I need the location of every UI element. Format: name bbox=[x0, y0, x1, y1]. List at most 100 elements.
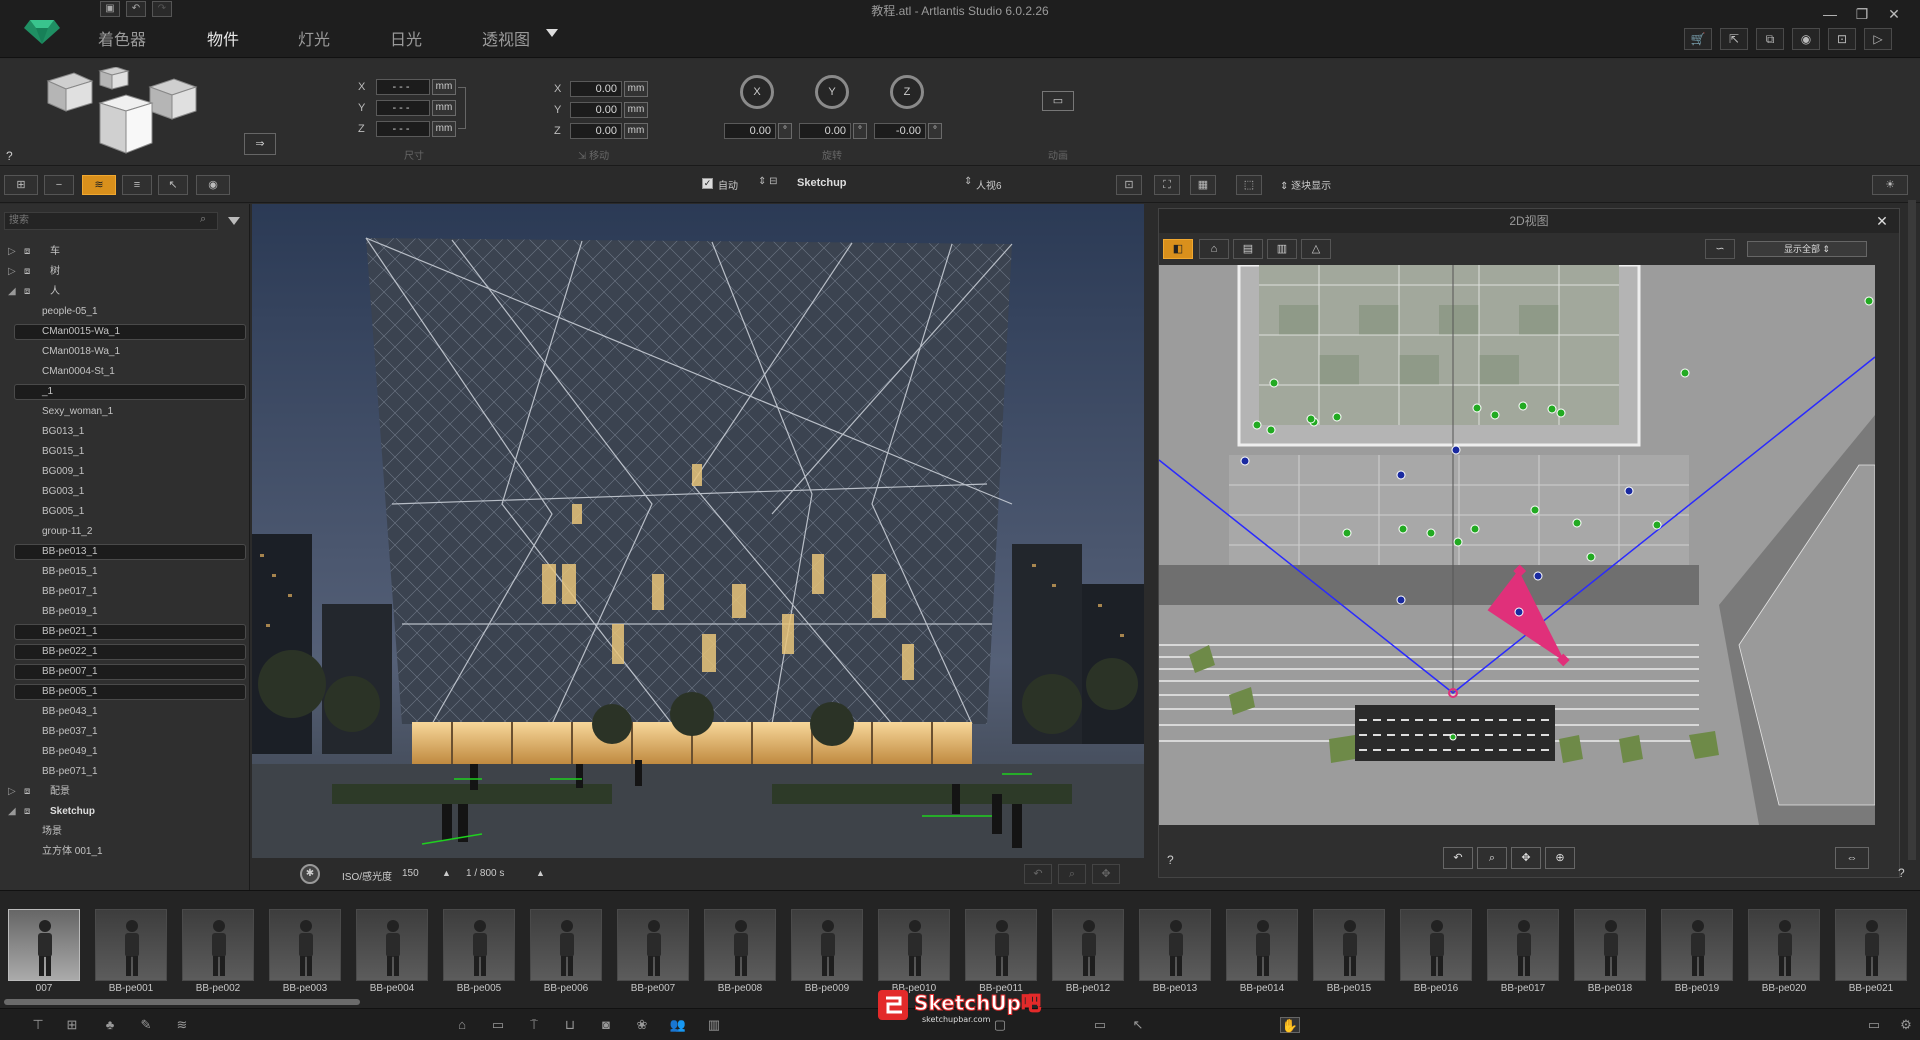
windows-icon[interactable]: ⧉ bbox=[1756, 28, 1784, 50]
rotate-y-dial[interactable]: Y bbox=[815, 75, 849, 109]
tab-shaders[interactable]: 着色器 bbox=[98, 26, 146, 50]
expand-icon[interactable]: ▷ bbox=[8, 262, 16, 282]
tree-item[interactable]: BB-pe017_1 bbox=[0, 582, 250, 602]
2d-pan-icon[interactable]: ✥ bbox=[1511, 847, 1541, 869]
screen-icon[interactable]: ▭ bbox=[488, 1017, 508, 1033]
render-region-icon[interactable]: ⬚ bbox=[1236, 175, 1262, 195]
tree-item[interactable]: CMan0018-Wa_1 bbox=[0, 342, 250, 362]
cursor-icon[interactable]: ↖ bbox=[1128, 1017, 1148, 1033]
tree-group[interactable]: ▷ ⧈ 树 bbox=[0, 262, 250, 282]
tree-item[interactable]: BG009_1 bbox=[0, 462, 250, 482]
fit-view-icon[interactable]: ⛶ bbox=[1154, 175, 1180, 195]
size-y-field[interactable]: - - - bbox=[376, 100, 430, 116]
tree-item[interactable]: BB-pe037_1 bbox=[0, 722, 250, 742]
rotate-y-field[interactable]: 0.00 bbox=[799, 123, 851, 139]
iso-up-icon[interactable]: ▲ bbox=[442, 868, 451, 878]
library-thumbnail[interactable] bbox=[182, 909, 254, 981]
tree-item[interactable]: group-11_2 bbox=[0, 522, 250, 542]
rotate-x-field[interactable]: 0.00 bbox=[724, 123, 776, 139]
library-thumbnail[interactable] bbox=[1661, 909, 1733, 981]
frame-view-icon[interactable]: ⊡ bbox=[1116, 175, 1142, 195]
library-thumbnail[interactable] bbox=[443, 909, 515, 981]
search-icon[interactable]: ⌕ bbox=[200, 213, 206, 226]
rotate-x-dial[interactable]: X bbox=[740, 75, 774, 109]
objects-catalog-icon[interactable]: ♣ bbox=[100, 1017, 120, 1033]
layers-icon[interactable]: ≋ bbox=[82, 175, 116, 195]
tree-item[interactable]: Sexy_woman_1 bbox=[0, 402, 250, 422]
collapse-icon[interactable]: ◢ bbox=[8, 802, 16, 822]
library-thumbnail[interactable] bbox=[1835, 909, 1907, 981]
library-thumbnail[interactable] bbox=[1226, 909, 1298, 981]
car-icon[interactable]: ◙ bbox=[596, 1017, 616, 1033]
tree-item[interactable]: CMan0015-Wa_1 bbox=[0, 322, 250, 342]
tab-lights[interactable]: 灯光 bbox=[298, 26, 330, 50]
collapse-icon[interactable]: ◢ bbox=[8, 282, 16, 302]
furniture-icon[interactable]: ⌂ bbox=[452, 1017, 472, 1033]
water-catalog-icon[interactable]: ≋ bbox=[172, 1017, 192, 1033]
plan-view-icon[interactable]: ◧ bbox=[1163, 239, 1193, 259]
lamp-icon[interactable]: ⍑ bbox=[524, 1017, 544, 1033]
tree-item[interactable]: BB-pe049_1 bbox=[0, 742, 250, 762]
animation-icon[interactable]: ▭ bbox=[1042, 91, 1074, 111]
tree-item[interactable]: BG015_1 bbox=[0, 442, 250, 462]
tree-group[interactable]: ◢ ⧈ 人 bbox=[0, 282, 250, 302]
auto-checkbox[interactable]: ✓ bbox=[702, 178, 713, 189]
panel-help-button[interactable]: ? bbox=[1898, 866, 1905, 880]
2d-zoom-icon[interactable]: ⌕ bbox=[1477, 847, 1507, 869]
library-thumbnail[interactable] bbox=[1313, 909, 1385, 981]
2d-expand-icon[interactable]: ⇔ bbox=[1835, 847, 1869, 869]
library-thumbnail[interactable] bbox=[1139, 909, 1211, 981]
remove-icon[interactable]: − bbox=[44, 175, 74, 195]
tree-item[interactable]: BB-pe015_1 bbox=[0, 562, 250, 582]
expand-icon[interactable]: ▷ bbox=[8, 242, 16, 262]
help-button[interactable]: ? bbox=[6, 149, 13, 163]
light-settings-icon[interactable]: ☀ bbox=[1872, 175, 1908, 195]
tab-objects[interactable]: 物件 bbox=[207, 26, 239, 50]
tree-item[interactable]: people-05_1 bbox=[0, 302, 250, 322]
cart-icon[interactable]: 🛒 bbox=[1684, 28, 1712, 50]
library-thumbnail[interactable] bbox=[791, 909, 863, 981]
tab-heliodons[interactable]: 日光 bbox=[390, 26, 422, 50]
side-view-icon[interactable]: ▤ bbox=[1233, 239, 1263, 259]
filter-dropdown-icon[interactable] bbox=[228, 217, 240, 225]
aperture-icon[interactable]: ✱ bbox=[300, 864, 320, 884]
library-thumbnail[interactable] bbox=[1400, 909, 1472, 981]
expand-icon[interactable]: ▷ bbox=[8, 782, 16, 802]
hand-tool-icon[interactable]: ✋ bbox=[1280, 1017, 1300, 1033]
tree-item[interactable]: BB-pe071_1 bbox=[0, 762, 250, 782]
undo-view-icon[interactable]: ↶ bbox=[1024, 864, 1052, 884]
settings-icon[interactable]: ⚙ bbox=[1896, 1017, 1916, 1033]
panel-toggle-icon[interactable]: ▭ bbox=[1864, 1017, 1884, 1033]
search-input[interactable]: 搜索 bbox=[4, 212, 218, 230]
close-window-icon[interactable]: ✕ bbox=[1880, 4, 1908, 24]
textures-catalog-icon[interactable]: ⊞ bbox=[62, 1017, 82, 1033]
select-arrow-icon[interactable]: ↖ bbox=[158, 175, 188, 195]
library-thumbnail[interactable] bbox=[1052, 909, 1124, 981]
building-icon[interactable]: ▥ bbox=[704, 1017, 724, 1033]
layer-label[interactable]: 人视6 bbox=[976, 177, 1002, 192]
move-z-field[interactable]: 0.00 bbox=[570, 123, 622, 139]
tree-item[interactable]: BB-pe021_1 bbox=[0, 622, 250, 642]
source-stepper-icon[interactable]: ⇕ ⊟ bbox=[758, 176, 778, 187]
left-view-icon[interactable]: △ bbox=[1301, 239, 1331, 259]
library-thumbnail[interactable] bbox=[269, 909, 341, 981]
back-view-icon[interactable]: ▥ bbox=[1267, 239, 1297, 259]
add-layer-icon[interactable]: ⊞ bbox=[4, 175, 38, 195]
library-thumbnail[interactable] bbox=[704, 909, 776, 981]
minimize-icon[interactable]: — bbox=[1816, 4, 1844, 24]
tree-item[interactable]: 场景 bbox=[0, 822, 250, 842]
tree-item[interactable]: BB-pe013_1 bbox=[0, 542, 250, 562]
plan-drawing[interactable] bbox=[1159, 265, 1875, 825]
tab-perspectives[interactable]: 透视图 bbox=[482, 26, 530, 50]
people-icon[interactable]: 👥 bbox=[668, 1017, 688, 1033]
tree-item[interactable]: BB-pe022_1 bbox=[0, 642, 250, 662]
folder-icon[interactable]: ▭ bbox=[1090, 1017, 1110, 1033]
library-thumbnail[interactable] bbox=[8, 909, 80, 981]
brush-catalog-icon[interactable]: ✎ bbox=[136, 1017, 156, 1033]
tree-item[interactable]: BB-pe007_1 bbox=[0, 662, 250, 682]
crop-icon[interactable]: ⊡ bbox=[1828, 28, 1856, 50]
library-thumbnail[interactable] bbox=[1487, 909, 1559, 981]
move-x-field[interactable]: 0.00 bbox=[570, 81, 622, 97]
rotate-z-field[interactable]: -0.00 bbox=[874, 123, 926, 139]
render-viewport[interactable] bbox=[252, 204, 1144, 858]
